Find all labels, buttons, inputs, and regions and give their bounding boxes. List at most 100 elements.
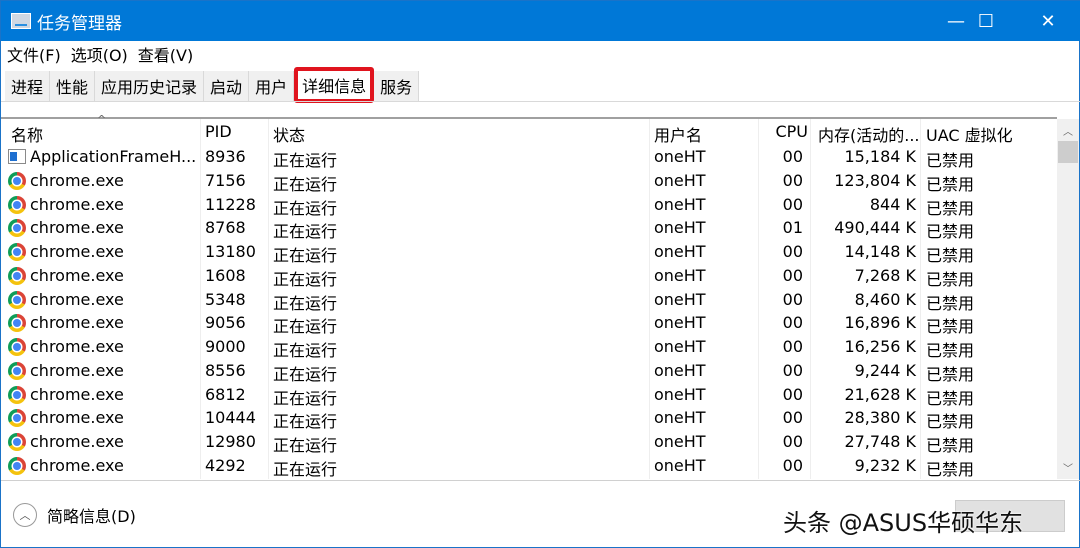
cell-memory: 123,804 K bbox=[834, 170, 916, 190]
cell-username: oneHT bbox=[654, 170, 706, 190]
scroll-up-icon[interactable]: ︿ bbox=[1063, 123, 1073, 138]
scroll-down-icon[interactable]: ﹀ bbox=[1063, 460, 1073, 475]
column-username[interactable]: 用户名 bbox=[654, 122, 702, 146]
cell-cpu: 00 bbox=[782, 455, 803, 475]
cell-uac: 已禁用 bbox=[926, 174, 975, 194]
task-manager-icon bbox=[11, 13, 31, 29]
table-row[interactable]: chrome.exe 9000 正在运行 oneHT 00 16,256 K 已禁用 bbox=[1, 335, 1057, 360]
column-uac[interactable]: UAC 虚拟化 bbox=[926, 122, 1013, 146]
divider bbox=[1, 101, 1080, 102]
less-details-button[interactable]: ︿ 简略信息(D) bbox=[13, 503, 136, 527]
chrome-icon bbox=[8, 219, 26, 238]
cell-username: oneHT bbox=[654, 313, 706, 333]
cell-uac: 已禁用 bbox=[926, 222, 975, 242]
tab-bar: 进程 性能 应用历史记录 启动 用户 详细信息 服务 bbox=[5, 67, 420, 103]
cell-pid: 6812 bbox=[205, 384, 246, 404]
cell-username: oneHT bbox=[654, 337, 706, 356]
cell-name: chrome.exe bbox=[30, 337, 124, 356]
cell-status: 正在运行 bbox=[273, 436, 338, 455]
menu-view[interactable]: 查看(V) bbox=[138, 42, 193, 66]
cell-pid: 8936 bbox=[205, 147, 246, 166]
cell-pid: 9056 bbox=[205, 313, 246, 333]
column-name[interactable]: 名称 bbox=[11, 122, 43, 146]
close-button[interactable]: ✕ bbox=[1019, 1, 1077, 41]
table-row[interactable]: chrome.exe 8556 正在运行 oneHT 00 9,244 K 已禁用 bbox=[1, 359, 1057, 384]
column-memory[interactable]: 内存(活动的... bbox=[818, 122, 920, 146]
table-row[interactable]: chrome.exe 8768 正在运行 oneHT 01 490,444 K 已禁用 bbox=[1, 216, 1057, 242]
tab-services[interactable]: 服务 bbox=[374, 71, 420, 101]
column-cpu[interactable]: CPU bbox=[775, 122, 808, 141]
table-row[interactable]: chrome.exe 4292 正在运行 oneHT 00 9,232 K 已禁用 bbox=[1, 454, 1057, 479]
cell-pid: 5348 bbox=[205, 289, 246, 309]
cell-name: chrome.exe bbox=[30, 313, 124, 333]
cell-name: chrome.exe bbox=[30, 242, 124, 261]
cell-status: 正在运行 bbox=[273, 246, 338, 265]
table-row[interactable]: chrome.exe 9056 正在运行 oneHT 00 16,896 K 已禁用 bbox=[1, 311, 1057, 336]
column-pid[interactable]: PID bbox=[205, 122, 232, 141]
cell-username: oneHT bbox=[654, 218, 706, 238]
tab-startup[interactable]: 启动 bbox=[204, 71, 250, 101]
cell-memory: 21,628 K bbox=[844, 384, 916, 404]
column-status[interactable]: 状态 bbox=[273, 122, 305, 146]
menu-options[interactable]: 选项(O) bbox=[71, 42, 128, 66]
tab-details[interactable]: 详细信息 bbox=[294, 67, 375, 103]
cell-pid: 7156 bbox=[205, 170, 246, 190]
cell-uac: 已禁用 bbox=[926, 412, 975, 432]
tab-processes[interactable]: 进程 bbox=[5, 71, 51, 101]
table-row[interactable]: chrome.exe 6812 正在运行 oneHT 00 21,628 K 已禁用 bbox=[1, 383, 1057, 408]
cell-username: oneHT bbox=[654, 408, 706, 428]
cell-username: oneHT bbox=[654, 194, 706, 214]
cell-cpu: 00 bbox=[782, 147, 803, 166]
cell-memory: 16,896 K bbox=[844, 313, 916, 333]
chrome-icon bbox=[8, 338, 26, 356]
app-frame-icon bbox=[8, 149, 26, 164]
cell-username: oneHT bbox=[654, 360, 706, 380]
cell-name: chrome.exe bbox=[30, 265, 124, 285]
cell-username: oneHT bbox=[654, 242, 706, 261]
cell-pid: 13180 bbox=[205, 242, 256, 261]
chrome-icon bbox=[8, 361, 26, 380]
cell-memory: 9,232 K bbox=[854, 455, 916, 475]
cell-cpu: 00 bbox=[782, 170, 803, 190]
chrome-icon bbox=[8, 290, 26, 309]
table-row[interactable]: chrome.exe 11228 正在运行 oneHT 00 844 K 已禁用 bbox=[1, 193, 1057, 218]
cell-username: oneHT bbox=[654, 432, 706, 451]
cell-name: chrome.exe bbox=[30, 408, 124, 428]
cell-uac: 已禁用 bbox=[926, 269, 975, 289]
scrollbar-thumb[interactable] bbox=[1058, 141, 1078, 163]
maximize-button[interactable]: ☐ bbox=[957, 1, 1015, 41]
cell-status: 正在运行 bbox=[273, 198, 338, 218]
cell-pid: 10444 bbox=[205, 408, 256, 428]
cell-uac: 已禁用 bbox=[926, 246, 975, 265]
title-bar: 任务管理器 — ☐ ✕ bbox=[1, 1, 1080, 41]
cell-status: 正在运行 bbox=[273, 269, 338, 289]
chevron-up-icon: ︿ bbox=[13, 503, 37, 527]
chrome-icon bbox=[8, 385, 26, 404]
table-row[interactable]: chrome.exe 13180 正在运行 oneHT 00 14,148 K 已禁用 bbox=[1, 240, 1057, 265]
less-details-label: 简略信息(D) bbox=[47, 507, 136, 526]
cell-memory: 490,444 K bbox=[834, 218, 916, 238]
chrome-icon bbox=[8, 266, 26, 285]
table-row[interactable]: ApplicationFrameH... 8936 正在运行 oneHT 00 15,18… bbox=[1, 145, 1057, 170]
tab-users[interactable]: 用户 bbox=[249, 71, 295, 101]
tab-performance[interactable]: 性能 bbox=[50, 71, 96, 101]
cell-uac: 已禁用 bbox=[926, 364, 975, 384]
tab-app-history[interactable]: 应用历史记录 bbox=[95, 71, 205, 101]
table-row[interactable]: chrome.exe 12980 正在运行 oneHT 00 27,748 K 已禁用 bbox=[1, 430, 1057, 455]
table-row[interactable]: chrome.exe 10444 正在运行 oneHT 00 28,380 K 已禁用 bbox=[1, 406, 1057, 432]
cell-uac: 已禁用 bbox=[926, 198, 975, 218]
cell-uac: 已禁用 bbox=[926, 151, 975, 170]
cell-username: oneHT bbox=[654, 265, 706, 285]
table-row[interactable]: chrome.exe 5348 正在运行 oneHT 00 8,460 K 已禁用 bbox=[1, 288, 1057, 313]
table-row[interactable]: chrome.exe 7156 正在运行 oneHT 00 123,804 K 已禁用 bbox=[1, 169, 1057, 194]
cell-pid: 1608 bbox=[205, 265, 246, 285]
cell-memory: 9,244 K bbox=[854, 360, 916, 380]
cell-pid: 9000 bbox=[205, 337, 246, 356]
cell-status: 正在运行 bbox=[273, 364, 338, 384]
cell-pid: 12980 bbox=[205, 432, 256, 451]
cell-cpu: 00 bbox=[782, 432, 803, 451]
cell-cpu: 00 bbox=[782, 384, 803, 404]
vertical-scrollbar[interactable]: ︿ ﹀ bbox=[1057, 119, 1079, 479]
menu-file[interactable]: 文件(F) bbox=[7, 42, 61, 66]
table-row[interactable]: chrome.exe 1608 正在运行 oneHT 00 7,268 K 已禁用 bbox=[1, 264, 1057, 289]
